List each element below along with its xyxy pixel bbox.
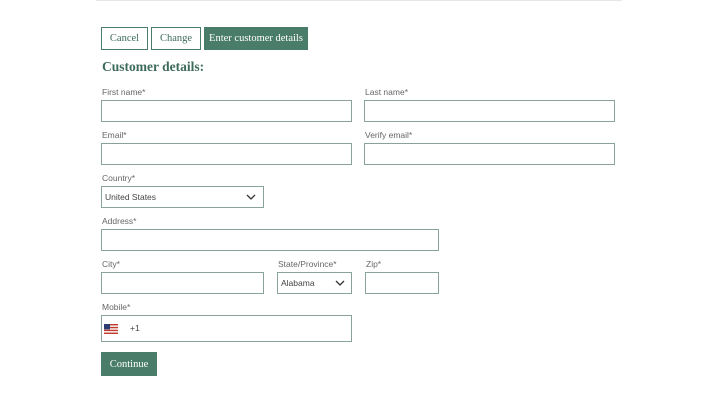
city-label: City*: [102, 259, 120, 269]
dial-code: +1: [130, 323, 140, 333]
continue-button[interactable]: Continue: [101, 352, 157, 376]
verify-email-label: Verify email*: [365, 130, 413, 140]
email-input[interactable]: [101, 143, 352, 165]
zip-label: Zip*: [366, 259, 382, 269]
country-value: United States: [105, 192, 157, 202]
us-flag-icon[interactable]: [104, 324, 118, 334]
email-label: Email*: [102, 130, 127, 140]
last-name-input[interactable]: [364, 100, 615, 122]
state-select[interactable]: Alabama: [277, 272, 352, 294]
chevron-down-icon: [335, 280, 345, 286]
country-label: Country*: [102, 173, 136, 183]
first-name-label: First name*: [102, 87, 146, 97]
city-input[interactable]: [101, 272, 264, 294]
enter-customer-details-button[interactable]: Enter customer details: [204, 27, 308, 50]
top-divider: [96, 0, 622, 1]
page-title: Customer details:: [102, 59, 205, 74]
address-label: Address*: [102, 216, 137, 226]
change-button[interactable]: Change: [151, 27, 201, 50]
state-label: State/Province*: [278, 259, 337, 269]
cancel-button[interactable]: Cancel: [101, 27, 148, 50]
state-value: Alabama: [281, 278, 315, 288]
chevron-down-icon: [246, 194, 256, 200]
zip-input[interactable]: [365, 272, 439, 294]
mobile-label: Mobile*: [102, 302, 131, 312]
first-name-input[interactable]: [101, 100, 352, 122]
country-select[interactable]: United States: [101, 186, 264, 208]
last-name-label: Last name*: [365, 87, 408, 97]
verify-email-input[interactable]: [364, 143, 615, 165]
address-input[interactable]: [101, 229, 439, 251]
mobile-input[interactable]: +1: [101, 315, 352, 342]
